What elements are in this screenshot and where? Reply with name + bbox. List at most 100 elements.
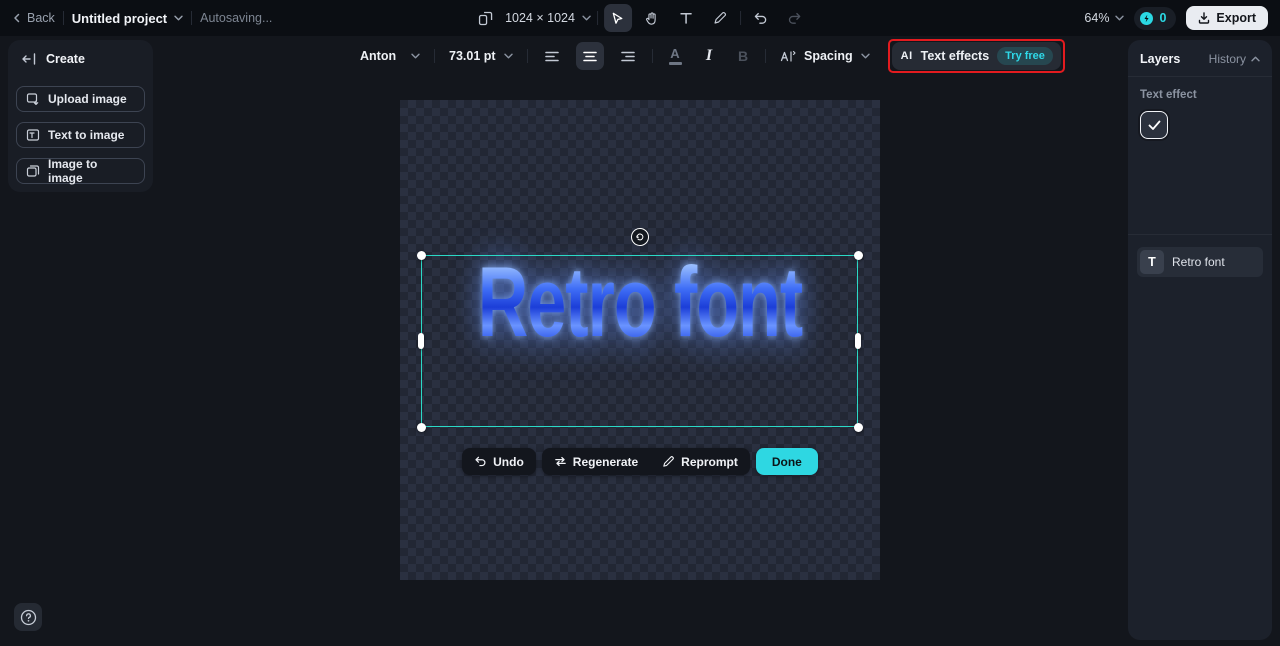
regenerate-label: Regenerate xyxy=(572,454,639,469)
spacing-label: Spacing xyxy=(804,49,853,63)
regenerate-button[interactable]: Regenerate xyxy=(542,448,650,475)
text-layer-thumbnail: T xyxy=(1140,250,1164,274)
align-left-button[interactable] xyxy=(538,42,566,70)
text-effects-button[interactable]: AI Text effects Try free xyxy=(891,42,1061,70)
chevron-up-icon xyxy=(1251,56,1260,62)
text-tool-icon xyxy=(679,11,693,25)
export-button[interactable]: Export xyxy=(1186,6,1268,30)
italic-icon: I xyxy=(705,47,713,64)
align-right-button[interactable] xyxy=(614,42,642,70)
image-to-image-button[interactable]: Image to image xyxy=(16,157,145,185)
font-family-dropdown[interactable]: Anton xyxy=(356,49,424,63)
undo-label: Undo xyxy=(493,454,524,469)
image-to-image-label: Image to image xyxy=(48,157,98,185)
chevron-down-icon xyxy=(1115,15,1125,21)
pen-tool-button[interactable] xyxy=(706,4,734,32)
undo-icon xyxy=(753,11,768,26)
text-to-image-icon xyxy=(26,128,40,142)
divider xyxy=(739,11,741,25)
question-mark-icon xyxy=(20,609,37,626)
divider xyxy=(765,49,766,63)
divider xyxy=(596,11,598,25)
layers-panel: Layers History Text effect T Retro font xyxy=(1128,40,1272,640)
history-toggle[interactable]: History xyxy=(1209,52,1260,66)
upload-image-icon xyxy=(26,92,40,106)
divider xyxy=(527,49,528,63)
reprompt-label: Reprompt xyxy=(681,454,738,469)
layer-name: Retro font xyxy=(1172,255,1225,269)
upload-image-button[interactable]: Upload image xyxy=(16,86,145,112)
done-label: Done xyxy=(771,454,802,469)
text-effect-section-label: Text effect xyxy=(1140,89,1197,101)
text-to-image-label: Text to image xyxy=(48,128,125,142)
redo-button[interactable] xyxy=(781,4,809,32)
text-color-button[interactable]: A xyxy=(663,43,687,69)
selection-box[interactable] xyxy=(421,255,858,427)
canvas-size-dropdown[interactable]: 1024 × 1024 xyxy=(505,11,591,25)
regenerate-icon xyxy=(554,455,567,468)
resize-handle-top-left[interactable] xyxy=(417,251,426,260)
bold-icon: B xyxy=(737,48,749,64)
select-tool-button[interactable] xyxy=(603,4,632,32)
done-button[interactable]: Done xyxy=(755,448,818,475)
credits-coin-icon xyxy=(1139,11,1154,26)
divider xyxy=(434,49,435,63)
undo-button[interactable] xyxy=(747,4,775,32)
cursor-icon xyxy=(610,11,625,26)
image-to-image-icon xyxy=(26,164,40,178)
credits-count: 0 xyxy=(1159,11,1167,25)
project-title-menu[interactable]: Untitled project xyxy=(72,11,183,26)
align-center-icon xyxy=(583,51,597,62)
checkmark-icon xyxy=(1148,120,1161,131)
canvas-dimensions: 1024 × 1024 xyxy=(505,11,575,25)
chevron-down-icon xyxy=(860,53,870,59)
chevron-left-icon xyxy=(12,13,22,23)
text-to-image-button[interactable]: Text to image xyxy=(16,122,145,148)
resize-handle-left[interactable] xyxy=(418,333,424,349)
history-label: History xyxy=(1208,52,1246,66)
resize-handle-top-right[interactable] xyxy=(854,251,863,260)
try-free-badge: Try free xyxy=(997,47,1053,65)
pencil-icon xyxy=(662,455,675,468)
credits-badge[interactable]: 0 xyxy=(1134,6,1177,30)
letter-spacing-icon xyxy=(780,50,796,63)
resize-handle-right[interactable] xyxy=(855,333,861,349)
project-title: Untitled project xyxy=(71,10,168,26)
bold-button[interactable]: B xyxy=(731,43,755,69)
export-label: Export xyxy=(1216,11,1256,25)
italic-button[interactable]: I xyxy=(697,43,721,69)
zoom-dropdown[interactable]: 64% xyxy=(1084,11,1125,25)
chevron-down-icon xyxy=(582,15,591,21)
text-toolbar: Anton 73.01 pt A I B Spacing AI Text eff… xyxy=(356,39,1065,73)
spacing-dropdown[interactable]: Spacing xyxy=(776,49,874,63)
divider xyxy=(191,11,193,25)
back-button[interactable]: Back xyxy=(12,11,55,25)
text-effects-label: Text effects xyxy=(920,49,990,63)
effect-action-bar: Undo Regenerate Reprompt Done xyxy=(0,448,1280,475)
zoom-level: 64% xyxy=(1084,11,1110,25)
help-button[interactable] xyxy=(14,603,42,631)
font-size-dropdown[interactable]: 73.01 pt xyxy=(445,49,517,63)
divider xyxy=(1128,234,1272,235)
text-tool-button[interactable] xyxy=(672,4,700,32)
autosave-status: Autosaving... xyxy=(200,11,273,25)
create-panel-title: Create xyxy=(46,52,85,66)
resize-handle-bottom-left[interactable] xyxy=(417,423,426,432)
chevron-down-icon xyxy=(504,53,513,59)
create-panel: Create Upload image Text to image Image … xyxy=(8,40,153,192)
rotate-icon xyxy=(635,232,645,242)
ai-icon: AI xyxy=(900,50,913,62)
layer-item-retro-font[interactable]: T Retro font xyxy=(1137,247,1263,277)
reprompt-button[interactable]: Reprompt xyxy=(650,448,750,475)
layers-title: Layers xyxy=(1140,52,1181,66)
resize-canvas-icon[interactable] xyxy=(471,4,499,32)
resize-handle-bottom-right[interactable] xyxy=(854,423,863,432)
text-effect-applied-tile[interactable] xyxy=(1140,111,1168,139)
chevron-down-icon xyxy=(174,15,183,21)
rotate-handle[interactable] xyxy=(631,228,649,246)
hand-tool-button[interactable] xyxy=(638,4,666,32)
effect-undo-button[interactable]: Undo xyxy=(462,448,536,475)
collapse-panel-icon[interactable] xyxy=(22,53,36,65)
align-center-button[interactable] xyxy=(576,42,604,70)
font-size: 73.01 pt xyxy=(449,49,496,63)
